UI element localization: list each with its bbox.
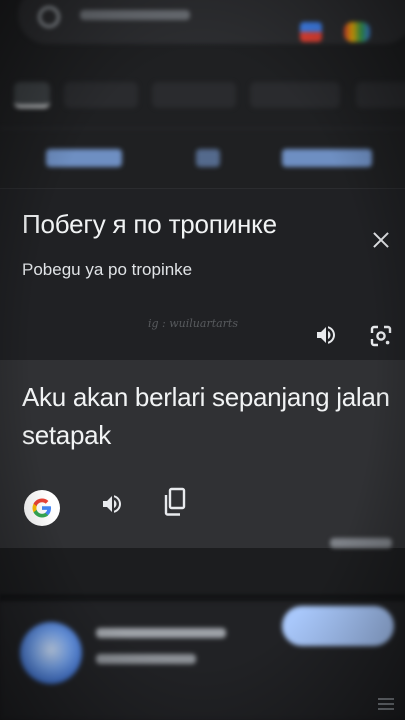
transliteration-text: Pobegu ya po tropinke xyxy=(22,260,193,279)
install-button[interactable] xyxy=(282,606,394,646)
mic-icon[interactable] xyxy=(300,22,322,42)
filter-tabs xyxy=(0,68,405,128)
divider xyxy=(0,594,405,602)
source-text[interactable]: Побегу я по тропинке xyxy=(22,209,277,240)
app-logo xyxy=(20,622,82,684)
volume-icon[interactable] xyxy=(100,492,124,516)
menu-icon[interactable] xyxy=(378,698,394,710)
source-language-button[interactable] xyxy=(46,149,122,167)
tab-blurred-3[interactable] xyxy=(250,82,340,108)
translated-text[interactable]: Aku akan berlari sepanjang jalan setapak xyxy=(22,378,392,454)
close-icon[interactable] xyxy=(368,227,394,253)
language-selector-row xyxy=(0,128,405,188)
copy-icon[interactable] xyxy=(162,487,188,517)
volume-icon[interactable] xyxy=(314,323,338,347)
tab-blurred-1[interactable] xyxy=(64,82,138,108)
lens-camera-icon[interactable] xyxy=(370,325,392,347)
tab-blurred-4[interactable] xyxy=(356,82,405,108)
tab-all[interactable] xyxy=(14,82,50,108)
google-g-icon[interactable] xyxy=(24,490,60,526)
google-g-logo-icon xyxy=(32,498,51,518)
search-icon xyxy=(38,6,60,28)
watermark-text: ig : wuiluartarts xyxy=(148,317,238,330)
blurred-search-header xyxy=(0,0,405,190)
source-panel[interactable]: Побегу я по тропинке Pobegu ya po tropin… xyxy=(0,188,405,360)
translate-card: Побегу я по тропинке Pobegu ya po tropin… xyxy=(0,188,405,548)
app-title-blurred xyxy=(96,628,226,638)
swap-languages-icon[interactable] xyxy=(196,149,220,167)
target-language-button[interactable] xyxy=(282,149,372,167)
blurred-results-area xyxy=(0,538,405,720)
tab-blurred-2[interactable] xyxy=(152,82,236,108)
search-query-blurred xyxy=(80,10,190,20)
search-bar[interactable] xyxy=(18,0,405,44)
lens-icon[interactable] xyxy=(344,22,370,42)
app-subtitle-blurred xyxy=(96,654,196,664)
feedback-link[interactable] xyxy=(330,538,392,548)
translation-panel: Aku akan berlari sepanjang jalan setapak xyxy=(0,360,405,548)
app-result-card[interactable] xyxy=(0,602,405,720)
